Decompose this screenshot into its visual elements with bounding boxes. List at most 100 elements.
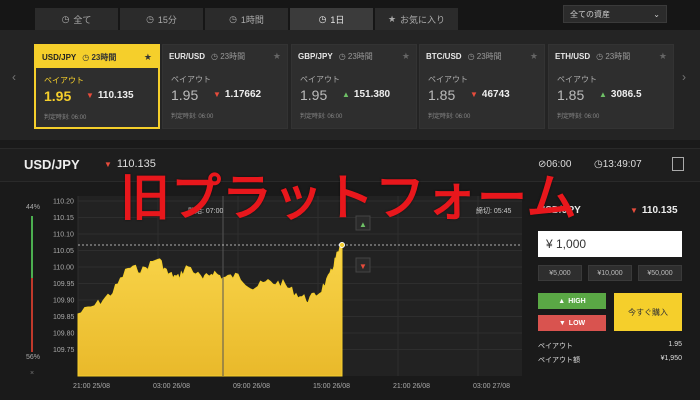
asset-filter-select[interactable]: 全ての資産 ⌄ xyxy=(563,5,667,23)
quick-amount-50000[interactable]: ¥50,000 xyxy=(638,265,682,281)
current-clock: ◷13:49:07 xyxy=(594,159,642,170)
card-symbol: EUR/USD xyxy=(169,51,206,61)
payout-value: 1.95 xyxy=(668,341,682,348)
card-header: ETH/USD ◷ 23時間 ★ xyxy=(549,45,673,67)
card-symbol: BTC/USD xyxy=(426,51,462,61)
x-tick-label: 21:00 26/08 xyxy=(393,383,430,390)
low-label: LOW xyxy=(568,319,586,327)
trend-up-icon: ▲ xyxy=(599,90,607,99)
y-tick-label: 109.75 xyxy=(53,347,75,354)
tab-all[interactable]: ◷ 全て xyxy=(35,8,118,30)
card-judge-time: 判定時刻: 06:00 xyxy=(171,114,214,120)
tab-favorites[interactable]: ★ お気に入り xyxy=(375,8,458,30)
card-judge-time: 判定時刻: 06:00 xyxy=(44,115,87,121)
card-price-value: 151.380 xyxy=(353,89,391,100)
star-icon[interactable]: ★ xyxy=(659,51,667,62)
low-button[interactable]: ▼ LOW xyxy=(538,315,606,331)
card-price: ▲ 151.380 xyxy=(342,89,390,100)
card-symbol: USD/JPY xyxy=(42,52,77,62)
card-payout-label: ペイアウト xyxy=(44,76,84,85)
card-price-value: 3086.5 xyxy=(610,89,642,100)
quick-amount-5000[interactable]: ¥5,000 xyxy=(538,265,582,281)
tab-1hour[interactable]: ◷ 1時間 xyxy=(205,8,288,30)
chevron-right-icon[interactable]: › xyxy=(682,70,686,84)
clock-icon: ◷ xyxy=(146,13,154,24)
y-tick-label: 110.20 xyxy=(53,199,74,206)
trend-up-icon: ▲ xyxy=(558,297,566,305)
chart-y-ticks: 110.20 110.15 110.10 110.05 110.00 109.95 109.… xyxy=(53,199,75,355)
card-header: BTC/USD ◷ 23時間 ★ xyxy=(420,45,544,67)
card-price-value: 46743 xyxy=(481,89,510,100)
payout-amount-row: ペイアウト額 ¥1,950 xyxy=(538,355,682,365)
chart-x-ticks: 21:00 25/08 03:00 26/08 09:00 26/08 15:00 2… xyxy=(73,383,510,390)
card-payout-value: 1.85 xyxy=(428,87,456,103)
asset-filter-label: 全ての資産 xyxy=(570,9,610,19)
tab-1day[interactable]: ◷ 1日 xyxy=(290,8,373,30)
card-header: GBP/JPY ◷ 23時間 ★ xyxy=(292,45,416,67)
card-payout-value: 1.95 xyxy=(300,87,328,103)
asset-card-usdjpy[interactable]: USD/JPY ◷ 23時間 ★ ペイアウト 1.95 ▼ 110.135 判定時… xyxy=(34,44,160,129)
trend-down-icon: ▼ xyxy=(630,206,638,215)
star-icon[interactable]: ★ xyxy=(402,51,410,62)
low-sentiment-bar xyxy=(31,278,33,352)
close-icon[interactable]: × xyxy=(30,370,34,377)
card-payout-value: 1.85 xyxy=(557,87,585,103)
card-time: ◷ 23時間 xyxy=(338,51,373,61)
chart-options-icon[interactable] xyxy=(672,157,684,171)
trend-up-icon: ▲ xyxy=(342,90,350,99)
card-price: ▼ 110.135 xyxy=(86,90,134,101)
star-icon[interactable]: ★ xyxy=(273,51,281,62)
card-price-value: 110.135 xyxy=(97,90,134,101)
quick-amount-10000[interactable]: ¥10,000 xyxy=(588,265,632,281)
payout-label: ペイアウト xyxy=(538,343,573,350)
amount-input[interactable] xyxy=(538,231,682,257)
tab-label: 全て xyxy=(73,14,92,25)
x-tick-label: 21:00 25/08 xyxy=(73,383,110,390)
x-tick-label: 03:00 27/08 xyxy=(473,383,510,390)
y-tick-label: 109.95 xyxy=(53,281,75,288)
card-payout-label: ペイアウト xyxy=(557,75,597,84)
tab-label: 1時間 xyxy=(240,14,264,25)
clock-icon: ◷ xyxy=(61,13,70,24)
payout-row: ペイアウト 1.95 xyxy=(538,341,682,351)
asset-card-gbpjpy[interactable]: GBP/JPY ◷ 23時間 ★ ペイアウト 1.95 ▲ 151.380 判定時… xyxy=(291,44,417,129)
card-price: ▼ 1.17662 xyxy=(213,89,261,100)
card-price: ▲ 3086.5 xyxy=(599,89,642,100)
high-button[interactable]: ▲ HIGH xyxy=(538,293,606,309)
card-header: USD/JPY ◷ 23時間 ★ xyxy=(36,46,158,68)
trend-down-icon: ▼ xyxy=(470,90,478,99)
y-tick-label: 109.85 xyxy=(53,314,75,321)
tab-label: 1日 xyxy=(330,14,345,25)
card-payout-value: 1.95 xyxy=(171,87,199,103)
card-payout-label: ペイアウト xyxy=(171,75,211,84)
y-tick-label: 110.15 xyxy=(53,215,74,222)
asset-card-btcusd[interactable]: BTC/USD ◷ 23時間 ★ ペイアウト 1.85 ▼ 46743 判定時刻:… xyxy=(419,44,545,129)
asset-card-eurusd[interactable]: EUR/USD ◷ 23時間 ★ ペイアウト 1.95 ▼ 1.17662 判定時… xyxy=(162,44,288,129)
card-payout-label: ペイアウト xyxy=(300,75,340,84)
y-tick-label: 110.10 xyxy=(53,232,74,239)
star-icon[interactable]: ★ xyxy=(144,52,152,63)
y-tick-label: 110.05 xyxy=(53,248,74,255)
tab-15min[interactable]: ◷ 15分 xyxy=(120,8,203,30)
card-time: ◷ 23時間 xyxy=(467,51,502,61)
high-label: HIGH xyxy=(568,297,586,305)
star-icon[interactable]: ★ xyxy=(530,51,538,62)
chevron-left-icon[interactable]: ‹ xyxy=(12,70,16,84)
x-tick-label: 09:00 26/08 xyxy=(233,383,270,390)
x-tick-label: 15:00 26/08 xyxy=(313,383,350,390)
card-header: EUR/USD ◷ 23時間 ★ xyxy=(163,45,287,67)
buy-now-button[interactable]: 今すぐ購入 xyxy=(614,293,682,331)
tab-label: 15分 xyxy=(157,14,177,25)
asset-card-ethusd[interactable]: ETH/USD ◷ 23時間 ★ ペイアウト 1.85 ▲ 3086.5 判定時刻… xyxy=(548,44,674,129)
timeframe-tabs: ◷ 全て ◷ 15分 ◷ 1時間 ◷ 1日 ★ お気に入り xyxy=(35,8,460,30)
card-symbol: GBP/JPY xyxy=(298,51,333,61)
payout-amount-value: ¥1,950 xyxy=(660,355,682,362)
card-payout-label: ペイアウト xyxy=(428,75,468,84)
current-price-dot xyxy=(339,242,345,248)
y-tick-label: 109.90 xyxy=(53,298,75,305)
trend-down-icon: ▼ xyxy=(359,262,367,271)
card-time: ◷ 23時間 xyxy=(211,51,246,61)
asset-cards-strip: ‹ › USD/JPY ◷ 23時間 ★ ペイアウト 1.95 ▼ 110.135… xyxy=(0,30,700,140)
card-time: ◷ 23時間 xyxy=(596,51,631,61)
star-icon: ★ xyxy=(387,13,397,24)
